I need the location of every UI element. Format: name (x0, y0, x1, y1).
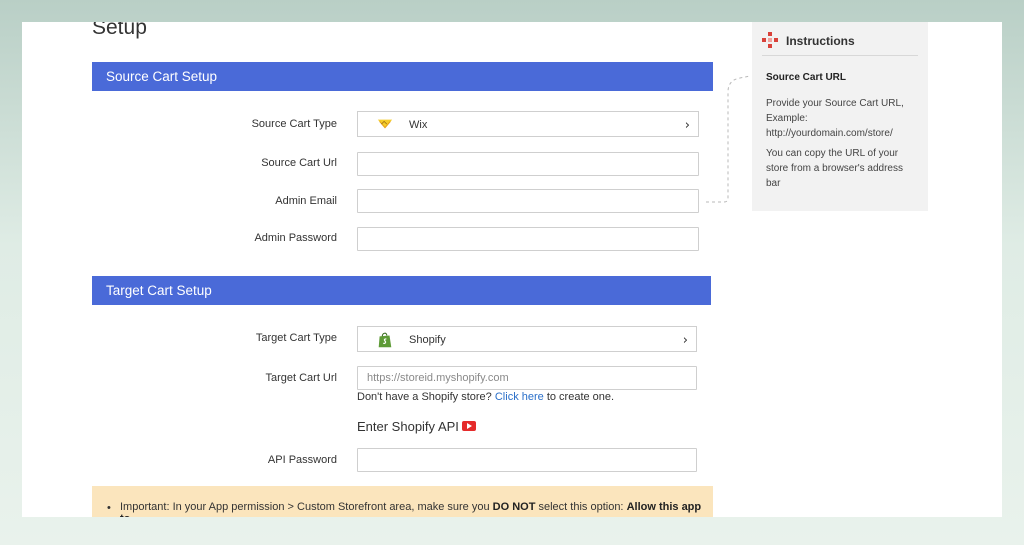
shopify-store-helper: Don't have a Shopify store? Click here t… (357, 391, 614, 403)
helper-prefix: Don't have a Shopify store? (357, 391, 492, 403)
admin-email-field[interactable] (357, 189, 699, 213)
instructions-icon (762, 32, 778, 48)
important-notice: • Important: In your App permission > Cu… (92, 486, 713, 517)
bullet-icon: • (107, 502, 111, 514)
shopify-api-heading: Enter Shopify API (357, 419, 476, 434)
instructions-header: Instructions (762, 32, 918, 56)
admin-password-field[interactable] (357, 227, 699, 251)
target-cart-type-value: Shopify (409, 334, 446, 346)
target-cart-url-field[interactable] (357, 366, 697, 390)
source-cart-section-header: Source Cart Setup (92, 62, 713, 91)
page-title: Setup (92, 22, 147, 39)
admin-password-label: Admin Password (254, 232, 337, 244)
source-cart-url-input[interactable] (358, 153, 698, 175)
create-store-link[interactable]: Click here (495, 391, 544, 403)
source-cart-type-label: Source Cart Type (251, 118, 337, 130)
chevron-right-icon: › (682, 333, 688, 348)
api-password-input[interactable] (358, 449, 696, 471)
instructions-text-2: You can copy the URL of your store from … (766, 148, 903, 189)
api-password-label: API Password (267, 454, 337, 466)
shopify-bag-icon (378, 332, 392, 348)
setup-page: Setup Source Cart Setup Source Cart Type… (22, 22, 1002, 517)
api-heading-text: Enter Shopify API (357, 419, 459, 434)
chevron-right-icon: › (684, 118, 690, 133)
target-cart-section-header: Target Cart Setup (92, 276, 711, 305)
admin-email-label: Admin Email (275, 195, 337, 207)
admin-password-input[interactable] (358, 228, 698, 250)
admin-email-input[interactable] (358, 190, 698, 212)
target-cart-url-label: Target Cart Url (265, 372, 337, 384)
source-cart-type-value: Wix (409, 119, 428, 131)
instruction-connector (706, 75, 751, 203)
target-cart-type-select[interactable]: Shopify › (357, 326, 697, 352)
source-cart-url-field[interactable] (357, 152, 699, 176)
api-password-field[interactable] (357, 448, 697, 472)
helper-suffix: to create one. (546, 391, 615, 403)
instructions-title: Instructions (786, 34, 855, 48)
wix-logo-icon (377, 119, 393, 129)
instructions-subtitle: Source Cart URL (766, 72, 847, 83)
source-cart-type-select[interactable]: Wix › (357, 111, 699, 137)
target-cart-url-input[interactable] (358, 367, 696, 389)
notice-middle: select this option: (538, 501, 624, 513)
source-cart-url-label: Source Cart Url (261, 157, 337, 169)
notice-emphasis: DO NOT (492, 501, 536, 513)
target-cart-type-label: Target Cart Type (255, 332, 337, 344)
instructions-panel: Instructions Source Cart URL Provide you… (752, 22, 928, 211)
youtube-play-icon[interactable] (461, 421, 476, 431)
notice-prefix: Important: In your App permission > Cust… (120, 501, 490, 513)
instructions-text-1: Provide your Source Cart URL, Example: h… (766, 98, 904, 139)
